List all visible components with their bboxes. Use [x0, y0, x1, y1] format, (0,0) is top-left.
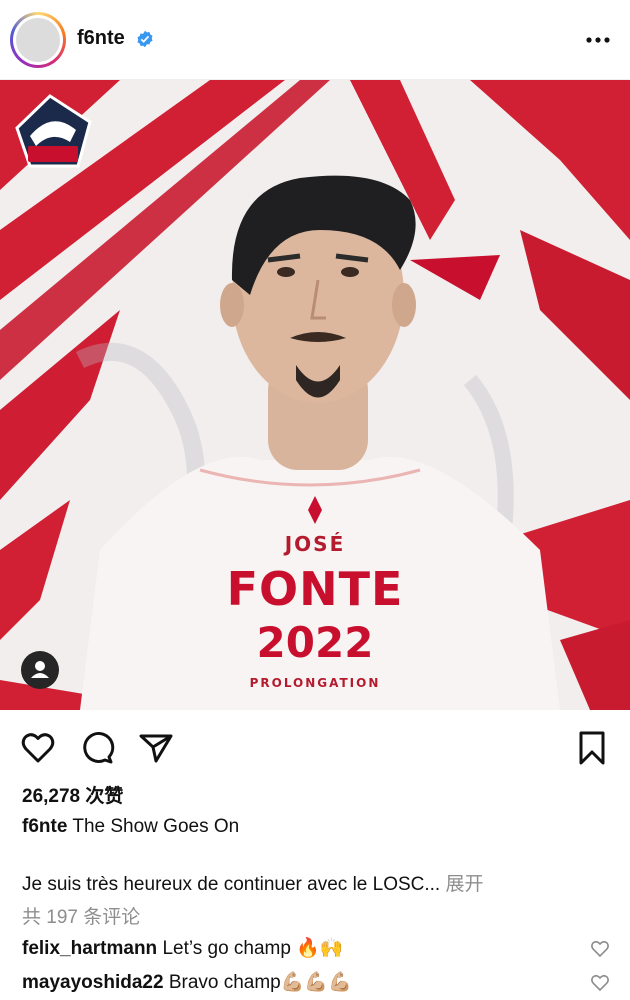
action-bar: [0, 710, 630, 780]
comment-like-heart-icon[interactable]: [590, 939, 610, 959]
comment-like-heart-icon[interactable]: [590, 973, 610, 993]
poster-subtitle: PROLONGATION: [249, 676, 381, 690]
post-header: f6nte: [0, 0, 630, 80]
more-dots-icon[interactable]: [584, 26, 612, 54]
person-tag-icon[interactable]: [21, 651, 59, 689]
profile-avatar[interactable]: [10, 12, 66, 68]
post-image[interactable]: JOSÉ FONTE 2022 PROLONGATION: [0, 80, 630, 710]
caption-username[interactable]: f6nte: [22, 816, 67, 837]
comment-username[interactable]: mayayoshida22: [22, 972, 164, 993]
view-comments-link[interactable]: 共 197 条评论: [22, 902, 140, 929]
bookmark-icon[interactable]: [574, 730, 610, 766]
poster-first-name: JOSÉ: [284, 532, 346, 556]
heart-icon[interactable]: [20, 730, 56, 766]
caption-text: The Show Goes On: [72, 816, 240, 837]
comment-text: Let’s go champ 🔥🙌: [162, 938, 344, 959]
post-excerpt: Je suis très heureux de continuer avec l…: [22, 869, 484, 896]
post-caption: f6nte The Show Goes On: [22, 816, 239, 838]
post-username[interactable]: f6nte: [77, 27, 125, 50]
excerpt-text: Je suis très heureux de continuer avec l…: [22, 874, 441, 895]
comment-icon[interactable]: [79, 730, 115, 766]
comment-item: felix_hartmann Let’s go champ 🔥🙌: [22, 936, 344, 960]
verified-badge-icon: [137, 30, 153, 48]
comment-text: Bravo champ💪🏼💪🏼💪🏼: [168, 972, 352, 993]
comment-item: mayayoshida22 Bravo champ💪🏼💪🏼💪🏼: [22, 970, 352, 994]
poster-last-name: FONTE: [226, 562, 404, 616]
expand-link[interactable]: 展开: [446, 874, 484, 895]
likes-count[interactable]: 26,278 次赞: [22, 781, 123, 808]
poster-year: 2022: [256, 618, 374, 667]
share-icon[interactable]: [138, 730, 174, 766]
comment-username[interactable]: felix_hartmann: [22, 938, 157, 959]
